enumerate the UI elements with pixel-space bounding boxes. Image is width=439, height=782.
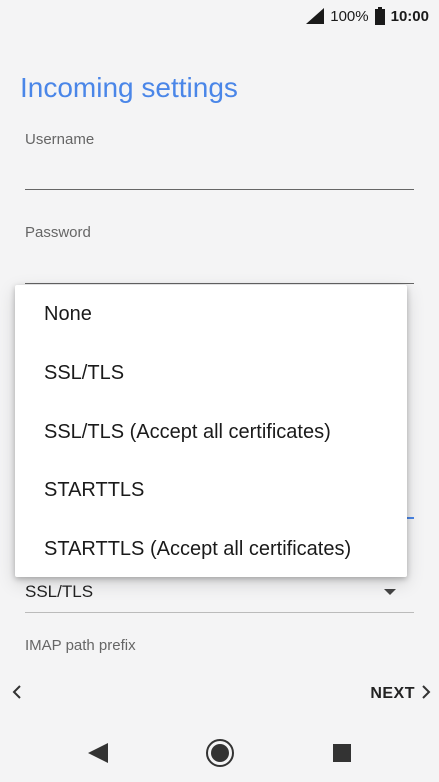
menu-item-starttls-accept-all[interactable]: STARTTLS (Accept all certificates) (15, 520, 407, 578)
password-field[interactable] (25, 255, 414, 281)
menu-item-none[interactable]: None (15, 285, 407, 343)
username-field[interactable] (25, 162, 414, 188)
username-label: Username (25, 131, 95, 148)
status-bar: 100% 10:00 (0, 0, 439, 30)
recents-square-icon[interactable] (333, 744, 351, 762)
back-triangle-icon[interactable] (86, 741, 110, 765)
signal-icon (306, 8, 325, 24)
password-label: Password (25, 224, 91, 241)
chevron-right-icon (421, 684, 431, 704)
menu-item-ssl-tls[interactable]: SSL/TLS (15, 344, 407, 402)
chevron-left-icon (12, 684, 22, 704)
menu-item-starttls[interactable]: STARTTLS (15, 461, 407, 519)
security-type-menu: None SSL/TLS SSL/TLS (Accept all certifi… (15, 285, 407, 577)
next-label: NEXT (370, 685, 415, 702)
security-type-value: SSL/TLS (25, 582, 94, 601)
battery-percent: 100% (330, 7, 369, 25)
dropdown-arrow-icon (384, 589, 396, 595)
status-icons: 100% 10:00 (306, 6, 429, 26)
security-type-underline (25, 612, 414, 613)
password-underline (25, 283, 414, 284)
system-nav-bar (0, 724, 439, 782)
menu-item-ssl-tls-accept-all[interactable]: SSL/TLS (Accept all certificates) (15, 403, 407, 461)
page-title: Incoming settings (20, 72, 238, 103)
battery-icon (374, 7, 385, 25)
next-button[interactable]: NEXT (370, 682, 431, 706)
home-circle-icon[interactable] (205, 738, 235, 768)
imap-path-prefix-label: IMAP path prefix (25, 637, 136, 654)
username-underline (25, 189, 414, 190)
clock: 10:00 (390, 7, 429, 25)
back-button[interactable] (6, 682, 28, 706)
